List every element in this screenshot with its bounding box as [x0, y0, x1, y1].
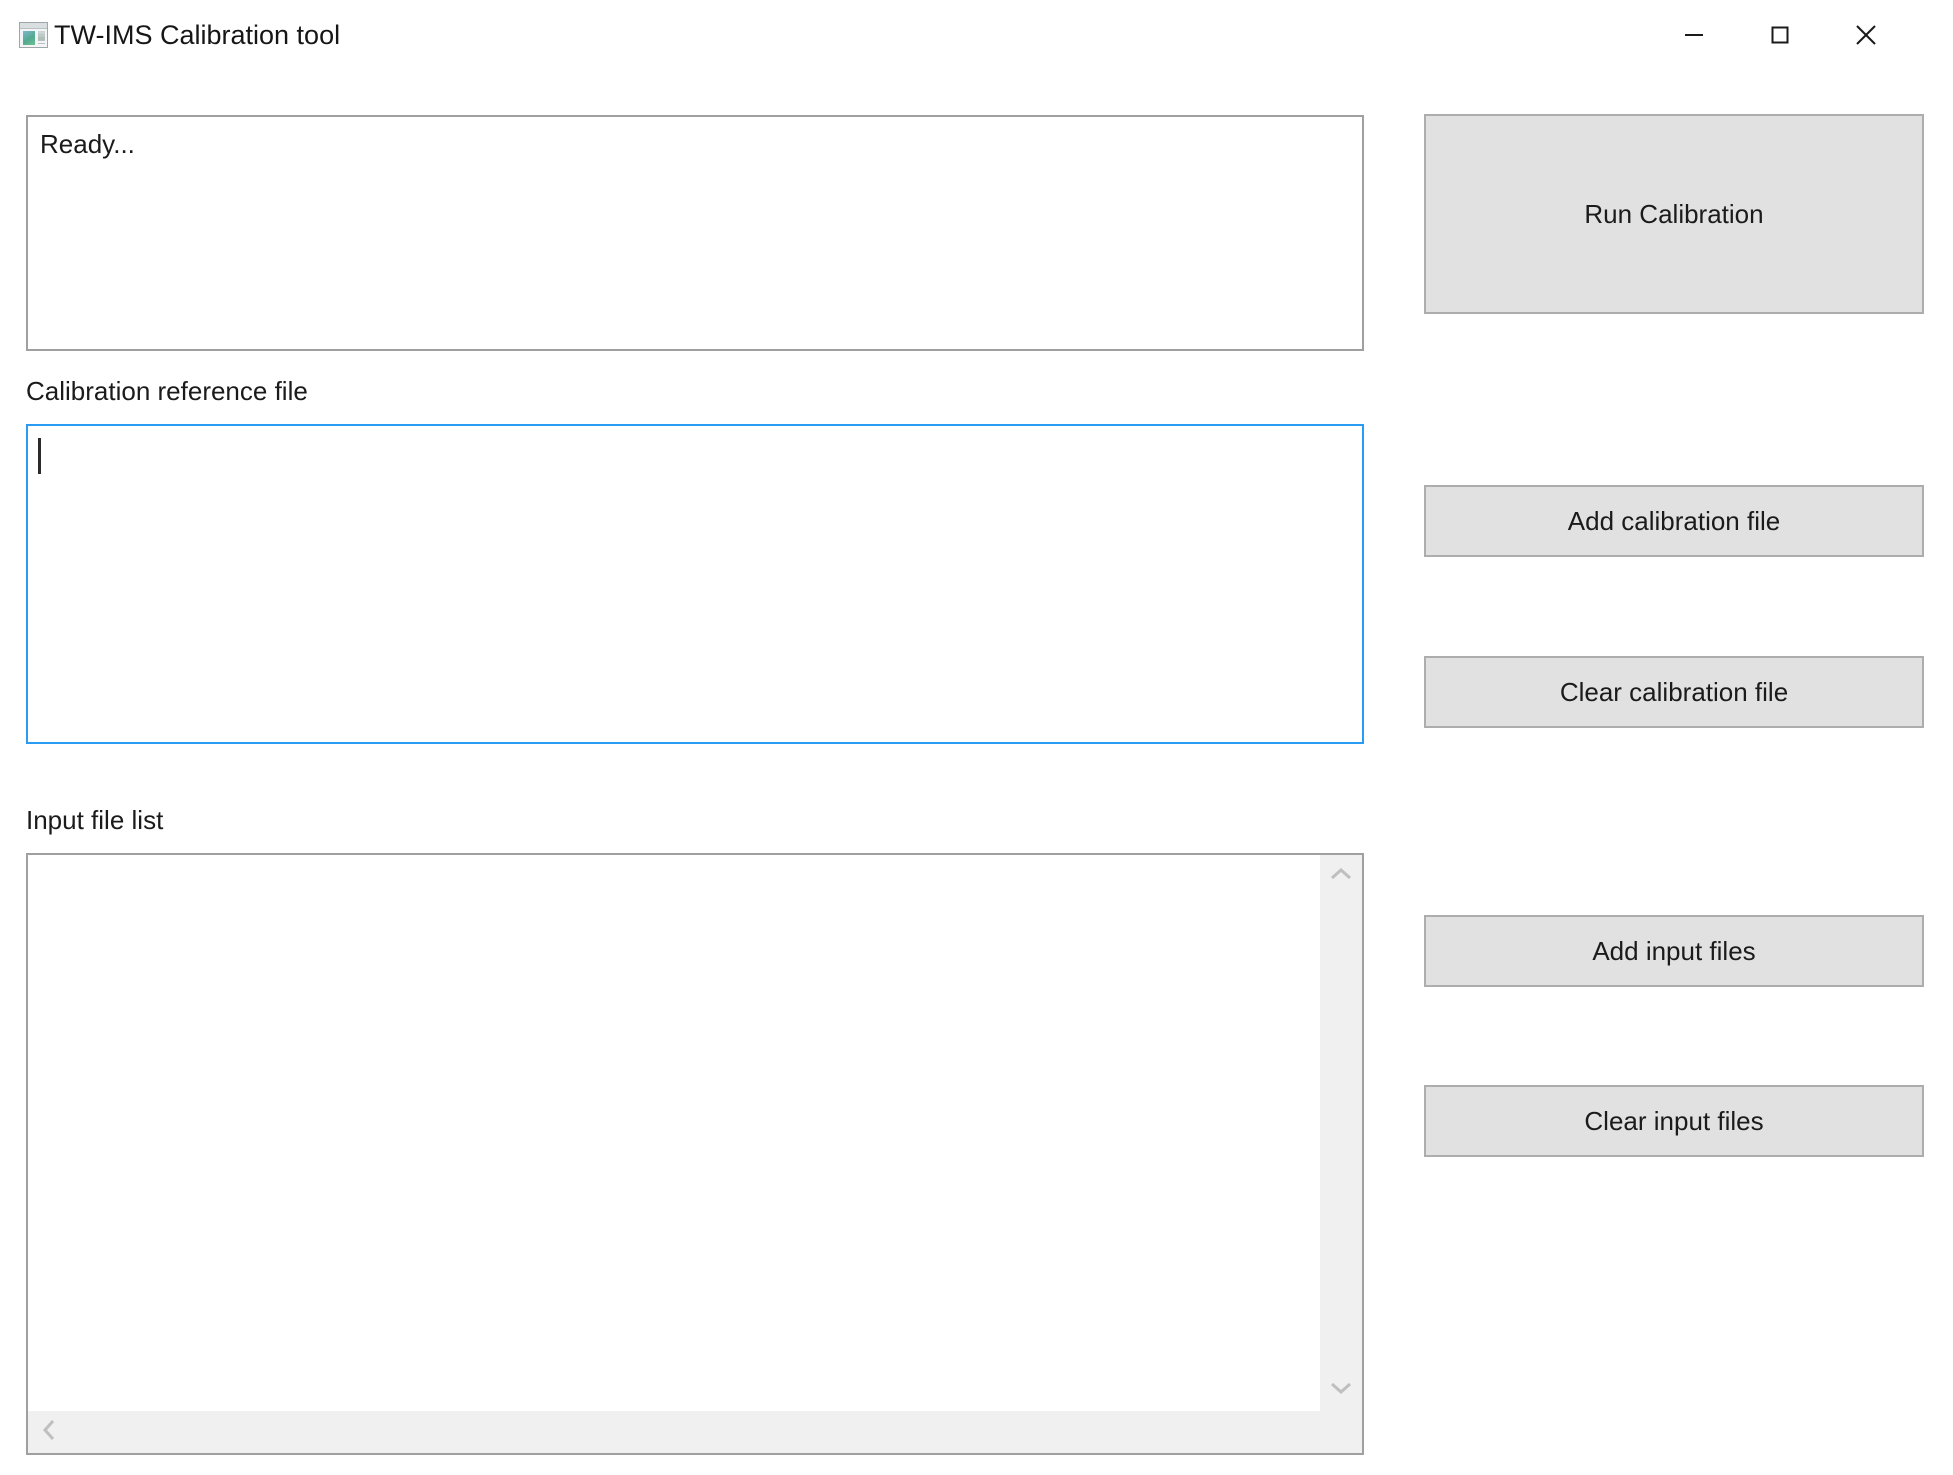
- scroll-up-button[interactable]: [1320, 855, 1362, 897]
- horizontal-scrollbar[interactable]: [28, 1411, 1362, 1453]
- input-file-list-items[interactable]: [28, 855, 1320, 1411]
- input-file-list-box[interactable]: [26, 853, 1364, 1455]
- close-icon: [1852, 21, 1880, 49]
- title-bar-left: TW-IMS Calibration tool: [0, 20, 340, 50]
- status-output-box[interactable]: Ready...: [26, 115, 1364, 351]
- chevron-up-icon: [1329, 866, 1353, 887]
- calibration-reference-file-input[interactable]: [26, 424, 1364, 744]
- calibration-reference-file-label: Calibration reference file: [26, 376, 308, 406]
- run-calibration-button[interactable]: Run Calibration: [1424, 114, 1924, 314]
- chevron-left-icon: [41, 1418, 57, 1447]
- scrollbar-corner: [1320, 1411, 1362, 1453]
- minimize-button[interactable]: [1651, 0, 1737, 70]
- clear-calibration-file-button[interactable]: Clear calibration file: [1424, 656, 1924, 728]
- text-caret: [38, 438, 41, 474]
- title-bar: TW-IMS Calibration tool: [0, 0, 1953, 70]
- vertical-scrollbar-track[interactable]: [1320, 897, 1362, 1369]
- vertical-scrollbar[interactable]: [1320, 855, 1362, 1411]
- close-button[interactable]: [1823, 0, 1909, 70]
- chevron-down-icon: [1329, 1380, 1353, 1401]
- maximize-button[interactable]: [1737, 0, 1823, 70]
- maximize-icon: [1767, 22, 1793, 48]
- input-file-list-label: Input file list: [26, 805, 164, 835]
- app-window-icon: [19, 22, 48, 48]
- add-calibration-file-button[interactable]: Add calibration file: [1424, 485, 1924, 557]
- clear-input-files-button[interactable]: Clear input files: [1424, 1085, 1924, 1157]
- minimize-icon: [1681, 22, 1707, 48]
- window-controls: [1651, 0, 1953, 70]
- window-title: TW-IMS Calibration tool: [54, 20, 341, 50]
- status-text: Ready...: [40, 129, 135, 159]
- scroll-down-button[interactable]: [1320, 1369, 1362, 1411]
- horizontal-scrollbar-track[interactable]: [70, 1411, 1320, 1453]
- scroll-left-button[interactable]: [28, 1411, 70, 1453]
- main-content: Ready... Calibration reference file Inpu…: [0, 70, 1953, 1475]
- window-controls-spacer: [1909, 35, 1953, 36]
- add-input-files-button[interactable]: Add input files: [1424, 915, 1924, 987]
